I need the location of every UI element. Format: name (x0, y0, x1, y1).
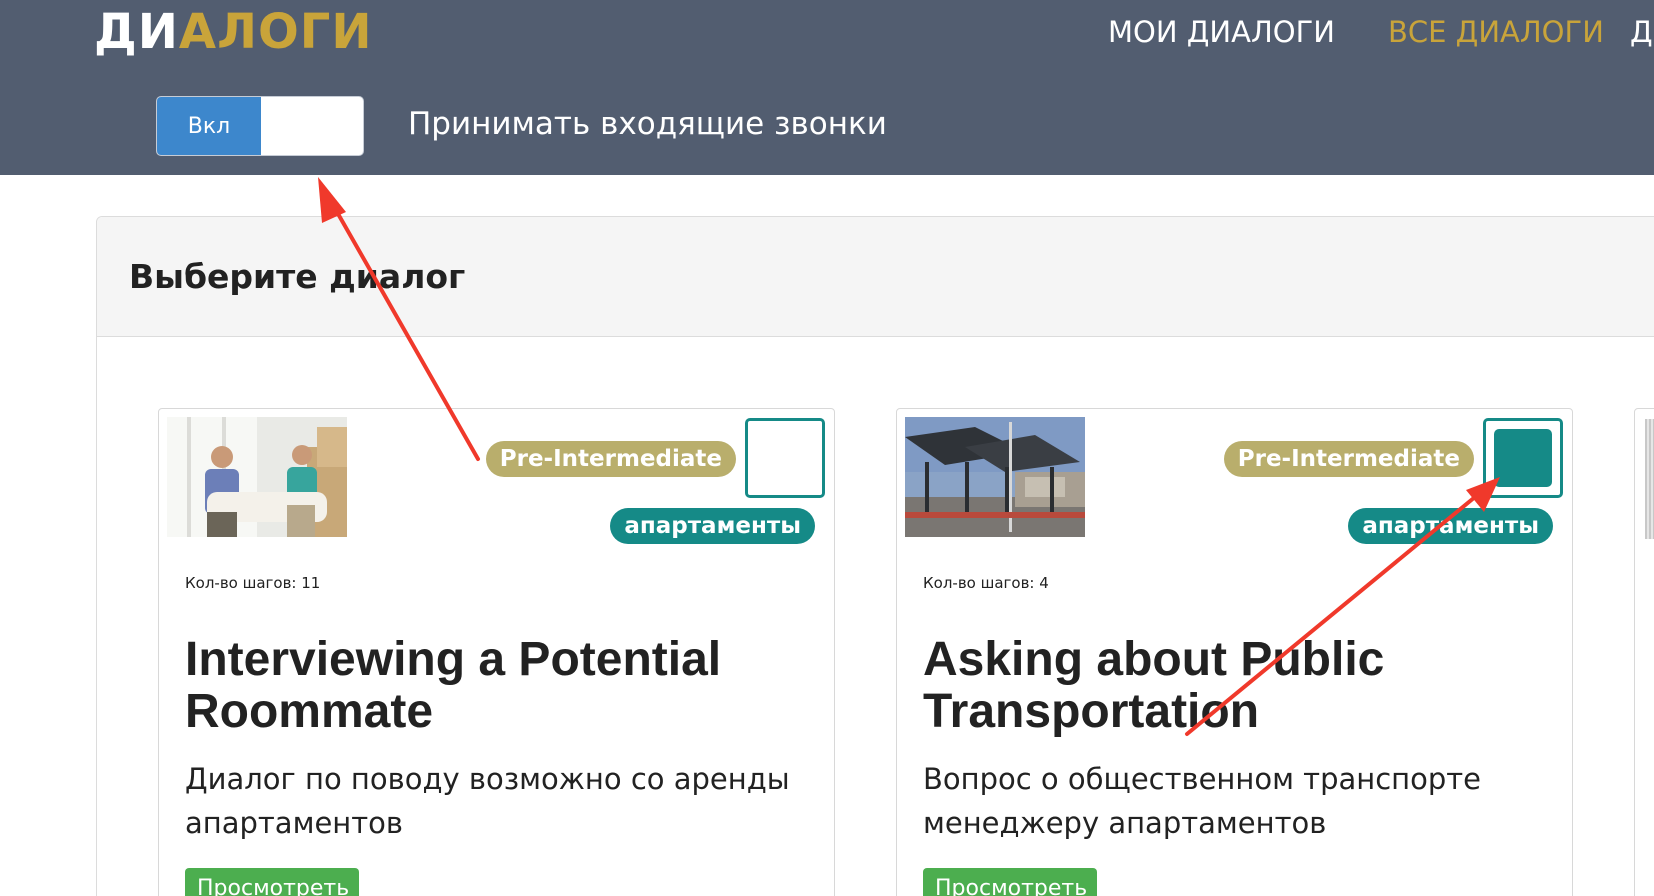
card-title: Interviewing a Potential Roommate (185, 633, 722, 738)
select-checkbox[interactable] (1483, 418, 1563, 498)
logo-part2: АЛОГИ (178, 4, 373, 60)
view-button[interactable]: Просмотреть (185, 868, 359, 896)
card-description: Вопрос о общественном транспорте менедже… (923, 762, 1482, 840)
panel-title: Выберите диалог (129, 257, 466, 296)
tag-badge: апартаменты (1348, 508, 1553, 544)
steps-count: Кол-во шагов: 11 (185, 574, 321, 592)
incoming-calls-toggle[interactable]: Вкл (156, 96, 364, 156)
nav-item-truncated[interactable]: Д (1630, 14, 1653, 50)
dialog-card[interactable]: Pre-Intermediate апартаменты Кол-во шаго… (896, 408, 1573, 896)
level-badge: Pre-Intermediate (485, 441, 736, 477)
select-checkbox[interactable] (745, 418, 825, 498)
nav-all-dialogs[interactable]: ВСЕ ДИАЛОГИ (1388, 14, 1604, 50)
toggle-on-label: Вкл (157, 97, 261, 155)
panel-header: Выберите диалог (97, 217, 1654, 337)
card-title: Asking about Public Transportation (923, 633, 1385, 738)
level-badge: Pre-Intermediate (1223, 441, 1474, 477)
view-button[interactable]: Просмотреть (923, 868, 1097, 896)
checkbox-checked-fill (1494, 429, 1552, 487)
top-navbar: ДИАЛОГИ МОИ ДИАЛОГИ ВСЕ ДИАЛОГИ Д Вкл Пр… (0, 0, 1654, 175)
card-description: Диалог по поводу возможно со аренды апар… (185, 762, 790, 840)
dialog-card-partial[interactable] (1634, 408, 1654, 896)
bus-station-photo-icon (905, 417, 1085, 537)
logo[interactable]: ДИАЛОГИ (94, 4, 373, 60)
roommates-photo-icon (167, 417, 347, 537)
logo-part1: ДИ (94, 4, 179, 60)
dialog-card[interactable]: Pre-Intermediate апартаменты Кол-во шаго… (158, 408, 835, 896)
tag-badge: апартаменты (610, 508, 815, 544)
steps-count: Кол-во шагов: 4 (923, 574, 1049, 592)
card-image-partial (1645, 419, 1654, 539)
incoming-calls-caption: Принимать входящие звонки (408, 106, 887, 142)
nav-my-dialogs[interactable]: МОИ ДИАЛОГИ (1108, 14, 1335, 50)
